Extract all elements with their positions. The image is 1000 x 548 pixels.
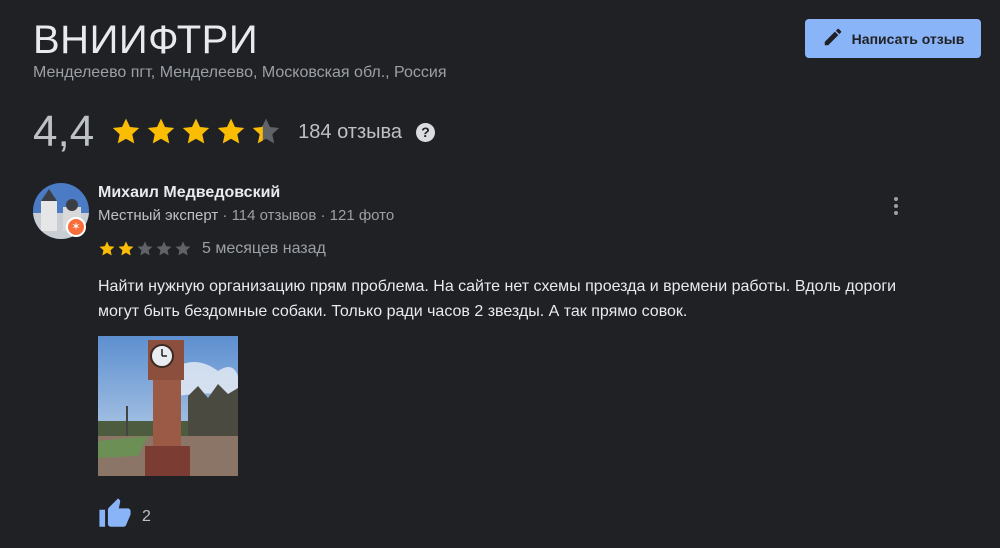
reviewer-stats: · 114 отзывов · 121 фото (218, 207, 395, 224)
star-icon (253, 118, 280, 144)
like-count: 2 (142, 507, 151, 525)
rating-value: 4,4 (33, 107, 95, 156)
review-photo[interactable] (98, 336, 238, 476)
star-icon (218, 118, 245, 144)
more-vert-icon[interactable] (884, 192, 908, 220)
star-icon (113, 118, 140, 144)
star-icon (148, 118, 175, 144)
local-guide-label: Местный эксперт (98, 207, 219, 224)
reviewer-meta: Местный эксперт · 114 отзывов · 121 фото (98, 207, 394, 224)
review-count[interactable]: 184 отзыва (298, 121, 402, 144)
rating-summary: 4,4 184 отзыва ? (33, 106, 436, 158)
rating-stars (110, 116, 282, 148)
reviewer-name[interactable]: Михаил Медведовский (98, 184, 280, 202)
star-icon (99, 241, 115, 256)
like-row: 2 (98, 497, 151, 536)
help-icon[interactable]: ? (416, 122, 436, 142)
pencil-icon (822, 26, 844, 51)
star-icon (175, 241, 191, 256)
review-stars (98, 240, 192, 258)
place-address: Менделеево пгт, Менделеево, Московская о… (33, 64, 447, 81)
star-icon (137, 241, 153, 256)
thumbs-up-icon[interactable] (98, 497, 132, 536)
review-rating-row: 5 месяцев назад (98, 240, 326, 258)
place-title: ВНИИФТРИ (33, 18, 259, 62)
avatar[interactable]: ✶ (33, 183, 89, 239)
local-guide-badge-icon: ✶ (66, 217, 86, 237)
review-date: 5 месяцев назад (202, 240, 326, 257)
review-text: Найти нужную организацию прям проблема. … (98, 278, 897, 320)
star-icon (183, 118, 210, 144)
star-icon (118, 241, 134, 256)
write-review-button[interactable]: Написать отзыв (805, 19, 981, 58)
write-review-label: Написать отзыв (851, 30, 965, 47)
star-icon (156, 241, 172, 256)
